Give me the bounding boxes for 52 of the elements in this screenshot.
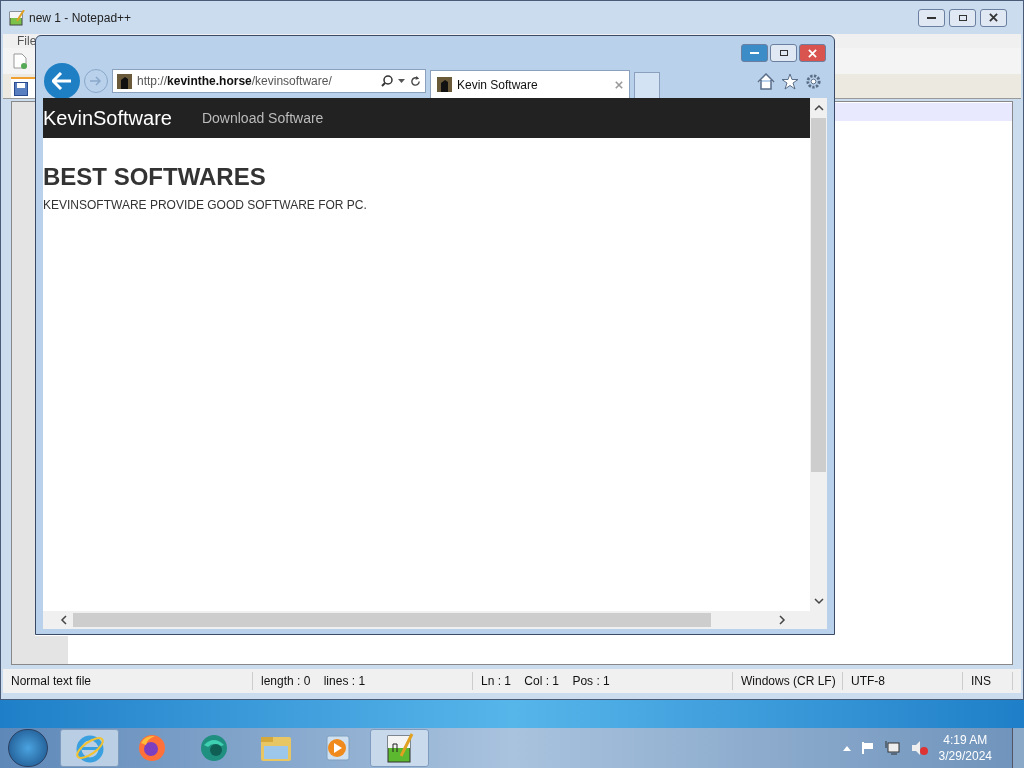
close-icon[interactable]	[989, 13, 998, 22]
flag-icon[interactable]	[860, 741, 875, 755]
play-icon	[323, 734, 352, 762]
arrow-left-icon	[52, 72, 72, 90]
close-button[interactable]	[980, 8, 1007, 27]
address-bar[interactable]: http://kevinthe.horse/kevinsoftware/	[112, 69, 426, 93]
folder-icon	[259, 734, 292, 762]
nav-link[interactable]: Download Software	[201, 107, 324, 129]
notepad-icon	[9, 9, 25, 26]
close-tab-icon[interactable]	[615, 80, 623, 89]
status-text: Normal text file	[3, 672, 253, 690]
horse-favicon	[437, 77, 452, 92]
scroll-right-icon[interactable]	[777, 615, 787, 625]
search-icon[interactable]	[381, 75, 393, 87]
muted-speaker-icon[interactable]	[910, 740, 929, 756]
notepad-icon	[384, 732, 415, 764]
dropdown-icon[interactable]	[398, 79, 405, 83]
horizontal-scrollbar[interactable]	[43, 611, 827, 629]
scroll-left-icon[interactable]	[59, 615, 69, 625]
show-desktop-button[interactable]	[1012, 728, 1024, 768]
home-icon[interactable]	[757, 72, 775, 90]
menu-item[interactable]: File	[17, 32, 37, 50]
star-icon[interactable]	[781, 72, 799, 90]
site-brand[interactable]: KevinSoftware	[43, 103, 172, 133]
start-button[interactable]	[8, 729, 48, 767]
status-text: INS	[963, 672, 1013, 690]
new-file-icon[interactable]	[13, 53, 27, 69]
arrow-right-icon	[90, 76, 102, 86]
status-text: length : 0 lines : 1	[253, 672, 473, 690]
horse-favicon	[117, 73, 132, 89]
save-icon	[14, 81, 28, 96]
vertical-scrollbar[interactable]	[810, 98, 827, 611]
status-text: UTF-8	[843, 672, 963, 690]
scroll-up-icon[interactable]	[813, 103, 824, 113]
network-icon[interactable]	[884, 740, 901, 756]
maximize-button[interactable]	[770, 44, 797, 62]
browser-tab[interactable]: Kevin Software	[430, 70, 630, 98]
settings-icon[interactable]	[805, 72, 822, 90]
taskbar-button[interactable]	[370, 729, 429, 767]
page-heading: BEST SOFTWARES	[43, 162, 267, 192]
file-tab[interactable]	[11, 77, 35, 98]
window-title: new 1 - Notepad++	[29, 9, 132, 27]
status-text: Windows (CR LF)	[733, 672, 843, 690]
show-hidden-icons-icon[interactable]	[842, 745, 851, 751]
status-text: Ln : 1 Col : 1 Pos : 1	[473, 672, 733, 690]
refresh-icon[interactable]	[410, 75, 421, 87]
back-button[interactable]	[44, 63, 80, 99]
page-text: KEVINSOFTWARE PROVIDE GOOD SOFTWARE FOR PC.	[43, 197, 368, 214]
maximize-button[interactable]	[949, 8, 976, 27]
scroll-down-icon[interactable]	[813, 596, 824, 606]
minimize-button[interactable]	[918, 8, 945, 27]
firefox-icon	[136, 733, 167, 763]
